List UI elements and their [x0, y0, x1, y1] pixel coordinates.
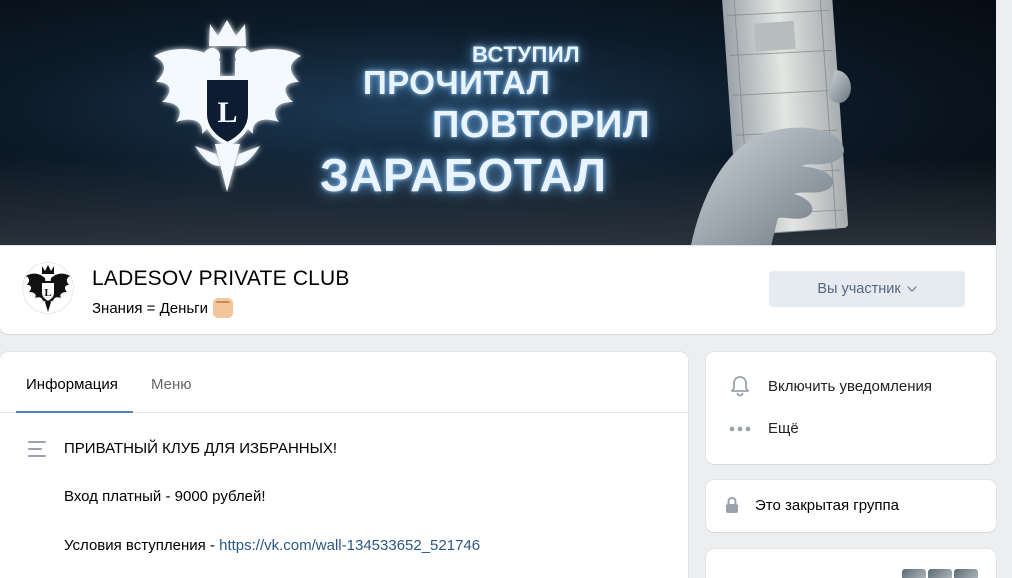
members-card [706, 549, 996, 578]
group-status-text: Знания = Деньги [92, 299, 209, 317]
cover-word-read: ПРОЧИТАЛ [363, 64, 551, 101]
description-price: Вход платный - 9000 рублей! [64, 488, 266, 505]
conditions-label: Условия вступления - [64, 537, 220, 554]
cover-banner: L ВСТУПИЛ ПРОЧИТАЛ ПОВТОРИЛ ЗАРАБОТАЛ [0, 0, 996, 246]
member-thumbnail[interactable] [902, 569, 926, 578]
privacy-card: Это закрытая группа [706, 480, 996, 532]
closed-group-row: Это закрытая группа [724, 496, 899, 514]
tab-information[interactable]: Информация [16, 352, 133, 413]
more-button[interactable]: Ещё [728, 420, 799, 437]
member-thumbnail[interactable] [928, 569, 952, 578]
eagle-emblem-icon: L [154, 20, 301, 192]
more-dots-icon [729, 426, 751, 431]
member-status-label: Вы участник [817, 281, 901, 297]
money-in-hand-image [690, 0, 851, 246]
more-label: Ещё [768, 420, 799, 437]
lock-icon [726, 496, 738, 513]
enable-notifications-button[interactable]: Включить уведомления [728, 374, 932, 398]
description-icon [28, 441, 48, 457]
conditions-link[interactable]: https://vk.com/wall-134533652_521746 [219, 537, 480, 554]
info-card: Информация Меню ПРИВАТНЫЙ КЛУБ ДЛЯ ИЗБРА… [0, 352, 688, 578]
cover-word-repeated: ПОВТОРИЛ [432, 104, 651, 146]
bell-icon [731, 376, 749, 397]
description-title: ПРИВАТНЫЙ КЛУБ ДЛЯ ИЗБРАННЫХ! [64, 440, 338, 457]
closed-group-label: Это закрытая группа [755, 496, 899, 514]
svg-text:L: L [44, 287, 51, 299]
group-status: Знания = Деньги [92, 298, 234, 318]
emblem-letter: L [217, 96, 237, 129]
description-conditions: Условия вступления - https://vk.com/wall… [64, 537, 480, 554]
member-thumbnail[interactable] [954, 569, 978, 578]
tab-menu[interactable]: Меню [151, 352, 192, 413]
chevron-down-icon [906, 286, 917, 292]
page-title: LADESOV PRIVATE CLUB [92, 267, 350, 290]
member-status-button[interactable]: Вы участник [769, 271, 965, 307]
actions-card: Включить уведомления Ещё [706, 352, 996, 464]
tab-bar: Информация Меню [0, 352, 688, 413]
enable-notifications-label: Включить уведомления [768, 377, 933, 395]
avatar[interactable]: L [22, 262, 74, 314]
fist-emoji-icon [213, 298, 234, 318]
cover-word-earned: ЗАРАБОТАЛ [320, 149, 607, 201]
member-thumbnails [902, 569, 978, 578]
community-page: L ВСТУПИЛ ПРОЧИТАЛ ПОВТОРИЛ ЗАРАБОТАЛ L … [0, 0, 1012, 578]
eagle-logo-icon: L [26, 265, 70, 312]
community-header: L LADESOV PRIVATE CLUB Знания = Деньги В… [0, 246, 996, 334]
